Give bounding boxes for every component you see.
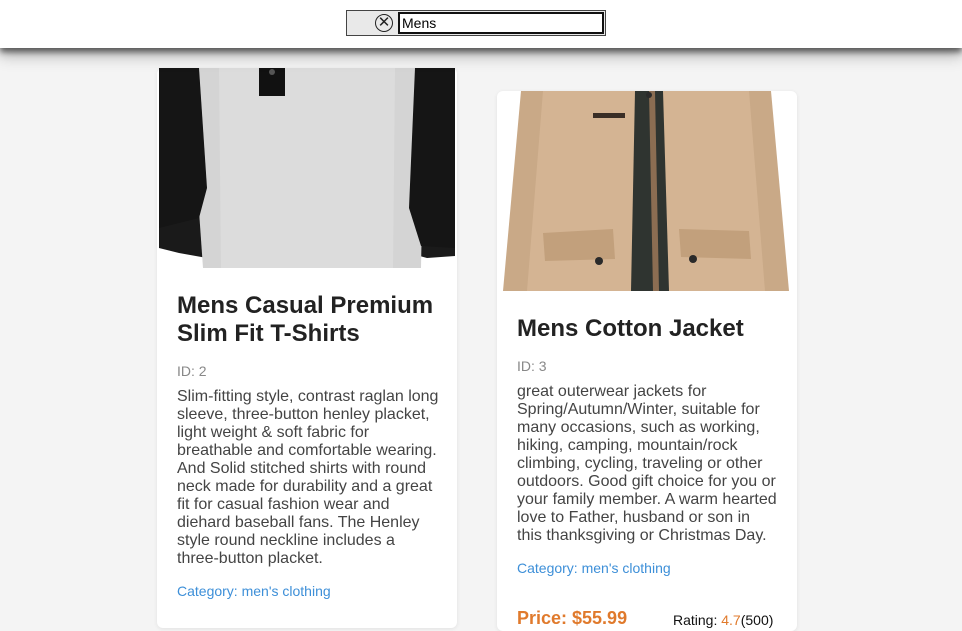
product-card[interactable]: Mens Casual Premium Slim Fit T-Shirts ID… [157, 68, 457, 628]
tshirt-image [159, 68, 455, 268]
product-rating: Rating: 4.7(500) [673, 612, 773, 628]
search-input[interactable] [398, 12, 604, 34]
clear-search-icon[interactable]: ✕ [375, 14, 393, 32]
product-title: Mens Cotton Jacket [517, 315, 744, 342]
jacket-image [503, 91, 789, 291]
product-image [159, 68, 455, 268]
product-category-link[interactable]: Category: men's clothing [517, 560, 671, 576]
product-id: ID: 2 [177, 363, 207, 379]
product-price: Price: $55.99 [517, 608, 628, 628]
product-card[interactable]: Mens Cotton Jacket ID: 3 great outerwear… [497, 91, 797, 631]
product-description: Slim-fitting style, contrast raglan long… [177, 388, 439, 567]
search-bar: ✕ [346, 10, 606, 36]
product-id: ID: 3 [517, 358, 547, 374]
product-title: Mens Casual Premium Slim Fit T-Shirts [177, 292, 434, 347]
top-bar: ✕ [0, 0, 962, 48]
rating-value: 4.7 [721, 612, 741, 628]
product-category-link[interactable]: Category: men's clothing [177, 583, 331, 599]
product-image [503, 91, 789, 291]
rating-prefix: Rating: [673, 612, 722, 628]
rating-count: (500) [740, 612, 774, 628]
product-description: great outerwear jackets for Spring/Autum… [517, 383, 777, 544]
